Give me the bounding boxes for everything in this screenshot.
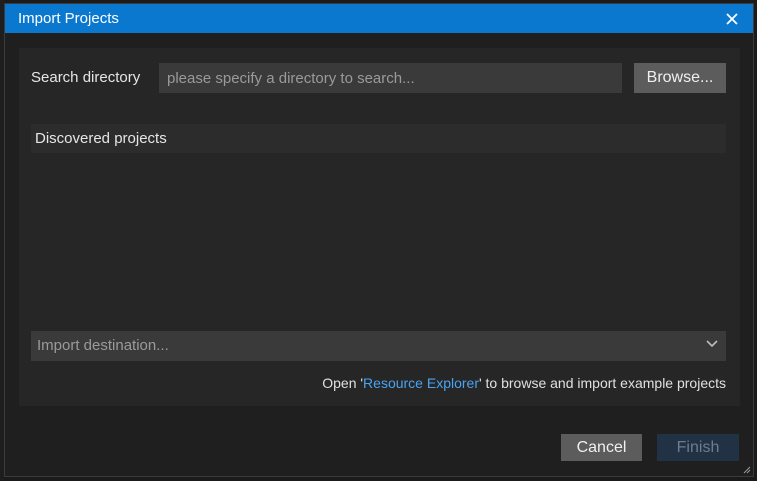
import-projects-dialog: Import Projects Search directory Browse.… [4, 3, 754, 477]
close-icon [726, 13, 738, 25]
resource-explorer-hint: Open 'Resource Explorer' to browse and i… [322, 375, 726, 391]
discovered-projects-header: Discovered projects [31, 124, 726, 153]
resource-explorer-link[interactable]: Resource Explorer [363, 375, 479, 391]
chevron-down-icon [706, 340, 718, 348]
import-destination-placeholder: Import destination... [37, 337, 169, 354]
close-button[interactable] [719, 6, 745, 32]
cancel-button[interactable]: Cancel [561, 434, 642, 461]
dialog-titlebar: Import Projects [5, 4, 753, 33]
import-destination-select[interactable]: Import destination... [31, 331, 726, 361]
resize-grip-icon[interactable] [742, 465, 751, 474]
finish-button: Finish [657, 434, 739, 461]
browse-button[interactable]: Browse... [634, 63, 726, 93]
discovered-projects-list[interactable]: Discovered projects [31, 124, 726, 328]
search-directory-label: Search directory [31, 69, 141, 86]
hint-suffix: ' to browse and import example projects [478, 375, 726, 391]
dialog-panel: Search directory Browse... Discovered pr… [19, 48, 740, 406]
hint-prefix: Open ' [322, 375, 364, 391]
dialog-title: Import Projects [18, 10, 119, 27]
search-directory-input[interactable] [159, 63, 622, 93]
